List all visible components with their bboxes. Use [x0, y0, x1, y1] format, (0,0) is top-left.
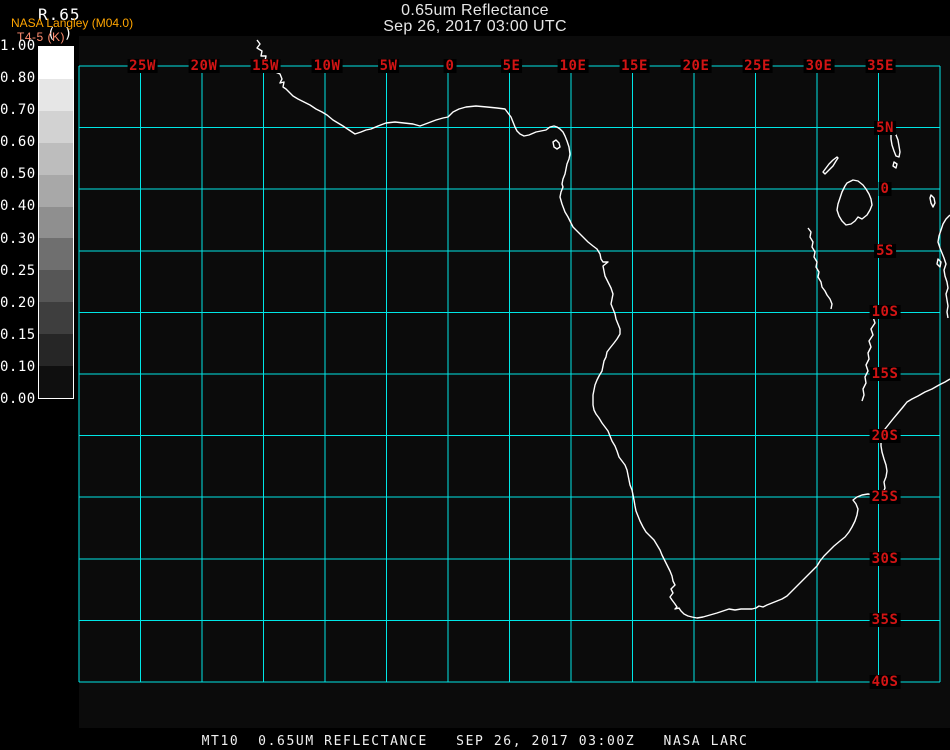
colorbar-segment-8 — [39, 302, 73, 335]
timestamp-title: Sep 26, 2017 03:00 UTC — [383, 18, 567, 35]
lon-label-30E: 30E — [803, 58, 835, 74]
colorbar-label-0.60: 0.60 — [0, 134, 36, 151]
footer-caption: MT10 0.65UM REFLECTANCE SEP 26, 2017 03:… — [201, 734, 749, 749]
source-label: NASA Langley (M04.0) — [11, 16, 134, 30]
colorbar-label-0.30: 0.30 — [0, 230, 36, 247]
reflectance-colorbar — [38, 46, 74, 399]
colorbar-label-0.25: 0.25 — [0, 262, 36, 279]
lon-label-20W: 20W — [188, 58, 220, 74]
colorbar-segment-4 — [39, 174, 73, 207]
lake-malawi — [861, 310, 877, 402]
bioko-island — [552, 139, 561, 150]
colorbar-segment-7 — [39, 270, 73, 303]
lon-label-5W: 5W — [377, 58, 400, 74]
colorbar-label-0.70: 0.70 — [0, 102, 36, 119]
lake-albert — [822, 156, 839, 175]
lon-label-20E: 20E — [680, 58, 712, 74]
lat-label-5S: 5S — [874, 242, 896, 259]
africa-west-and-south-coastline — [256, 39, 950, 619]
lat-label-30S: 30S — [869, 550, 901, 567]
colorbar-label-0.15: 0.15 — [0, 326, 36, 343]
colorbar-label-0.00: 0.00 — [0, 391, 36, 407]
pemba-island — [929, 194, 936, 208]
colorbar-segment-1 — [39, 78, 73, 111]
colorbar-segment-5 — [39, 206, 73, 239]
lon-label-15W: 15W — [250, 58, 281, 74]
colorbar-label-0.50: 0.50 — [0, 166, 36, 183]
lon-label-10E: 10E — [557, 58, 589, 74]
colorbar-segment-2 — [39, 110, 73, 143]
lat-label-25S: 25S — [869, 489, 901, 506]
page-title: 0.65um Reflectance — [401, 2, 549, 19]
lat-label-0: 0 — [878, 181, 892, 198]
lat-label-10S: 10S — [869, 304, 901, 321]
lake-victoria — [836, 179, 873, 226]
colorbar-segment-3 — [39, 142, 73, 175]
colorbar-segment-9 — [39, 334, 73, 367]
lake-turkana — [890, 131, 901, 158]
lon-label-0: 0 — [443, 58, 457, 74]
lon-label-35E: 35E — [865, 58, 896, 74]
colorbar-segment-0 — [39, 47, 73, 79]
lake-turkana-south-pond — [892, 161, 898, 169]
lat-lon-gridlines — [78, 65, 941, 683]
lon-label-5E: 5E — [500, 58, 523, 74]
colorbar-label-0.80: 0.80 — [0, 70, 36, 87]
lon-label-25W: 25W — [127, 58, 158, 74]
colorbar-label-0.20: 0.20 — [0, 294, 36, 311]
satellite-product-image: 25W 20W 15W 10W 5W 0 5E 10E 15E 20E 25E 30E 35E 5N 0 5S… — [0, 0, 950, 750]
colorbar-label-0.10: 0.10 — [0, 358, 36, 375]
lat-label-15S: 15S — [869, 366, 901, 382]
lake-tanganyika — [807, 227, 833, 310]
lat-label-20S: 20S — [869, 427, 901, 444]
lon-label-15E: 15E — [619, 58, 650, 74]
colorbar-segment-10 — [39, 366, 73, 398]
coastlines — [256, 39, 950, 619]
colorbar-label-0.40: 0.40 — [0, 198, 36, 215]
colorbar-label-1.00: 1.00 — [0, 38, 36, 54]
lat-label-35S: 35S — [869, 612, 901, 629]
map-grid-svg — [78, 39, 950, 683]
lon-label-25E: 25E — [742, 58, 773, 74]
lon-label-10W: 10W — [311, 58, 343, 74]
colorbar-segment-6 — [39, 238, 73, 271]
lat-label-5N: 5N — [874, 119, 896, 136]
lat-label-40S: 40S — [869, 674, 901, 690]
